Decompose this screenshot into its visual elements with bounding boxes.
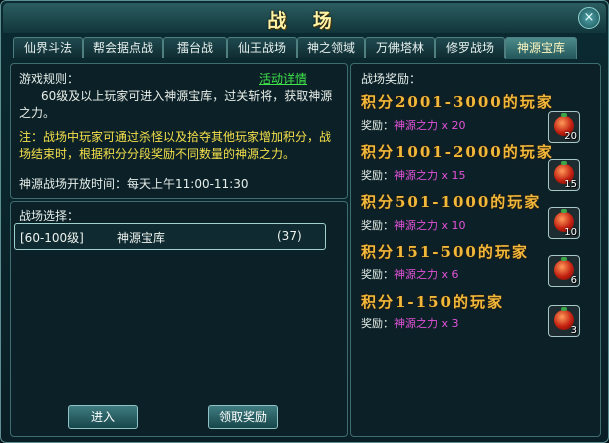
battlefield-window: 战 场 × 仙界斗法 帮会据点战 擂台战 仙王战场 神之领域 万佛塔林 修罗战场… [0,0,609,443]
tab-guild-stronghold[interactable]: 帮会据点战 [83,37,163,58]
tab-buddha-tower[interactable]: 万佛塔林 [365,37,435,58]
reward-label: 奖励： [361,219,394,232]
tab-arena[interactable]: 擂台战 [163,37,227,58]
reward-label: 奖励： [361,317,394,330]
reward-item-slot[interactable]: 6 [548,255,580,287]
window-title: 战 场 [267,10,342,32]
reward-value: 神源之力 x 6 [394,268,459,281]
row-name: 神源宝库 [117,231,166,245]
tab-god-domain[interactable]: 神之领域 [297,37,365,58]
tab-xianwang[interactable]: 仙王战场 [227,37,297,58]
reward-value: 神源之力 x 15 [394,169,466,182]
open-time: 神源战场开放时间：每天上午11:00-11:30 [19,177,249,191]
activity-details-link[interactable]: 活动详情 [259,70,307,87]
row-count: (37) [277,229,302,243]
tier-title: 积分501-1000的玩家 [361,193,542,211]
reward-item-slot[interactable]: 3 [548,305,580,337]
tier-reward: 奖励：神源之力 x 6 [361,266,459,282]
reward-label: 奖励： [361,119,394,132]
tier-reward: 奖励：神源之力 x 20 [361,117,466,133]
item-quantity: 3 [570,325,577,336]
reward-value: 神源之力 x 20 [394,119,466,132]
title-bar: 战 场 × [3,3,606,33]
tier-title: 积分2001-3000的玩家 [361,93,554,111]
item-quantity: 6 [570,275,577,286]
item-quantity: 15 [564,179,577,190]
selection-heading: 战场选择： [19,209,80,223]
item-quantity: 20 [564,131,577,142]
reward-value: 神源之力 x 10 [394,219,466,232]
tab-shenyuan-treasury[interactable]: 神源宝库 [505,37,577,59]
battlefield-row[interactable]: [60-100级] 神源宝库 (37) [14,223,326,250]
tier-title: 积分1001-2000的玩家 [361,143,554,161]
tab-xianjie[interactable]: 仙界斗法 [13,37,83,58]
reward-value: 神源之力 x 3 [394,317,459,330]
tier-title: 积分1-150的玩家 [361,293,504,311]
rules-note: 注：战场中玩家可通过杀怪以及拾夺其他玩家增加积分，战场结束时，根据积分分段奖励不… [19,130,332,161]
rules-text: 60级及以上玩家可进入神源宝库，过关斩将，获取神源之力。 [19,89,333,120]
tier-reward: 奖励：神源之力 x 15 [361,167,466,183]
row-level: [60-100级] [20,231,84,245]
reward-item-slot[interactable]: 15 [548,159,580,191]
reward-label: 奖励： [361,268,394,281]
tab-shura[interactable]: 修罗战场 [435,37,505,58]
tier-reward: 奖励：神源之力 x 10 [361,217,466,233]
item-quantity: 10 [564,227,577,238]
rewards-heading: 战场奖励： [361,72,422,86]
claim-reward-button[interactable]: 领取奖励 [208,405,278,429]
rules-heading: 游戏规则： [19,72,80,86]
close-icon[interactable]: × [578,7,600,29]
reward-item-slot[interactable]: 20 [548,111,580,143]
reward-item-slot[interactable]: 10 [548,207,580,239]
enter-button[interactable]: 进入 [68,405,138,429]
reward-label: 奖励： [361,169,394,182]
tier-title: 积分151-500的玩家 [361,243,529,261]
tier-reward: 奖励：神源之力 x 3 [361,315,459,331]
